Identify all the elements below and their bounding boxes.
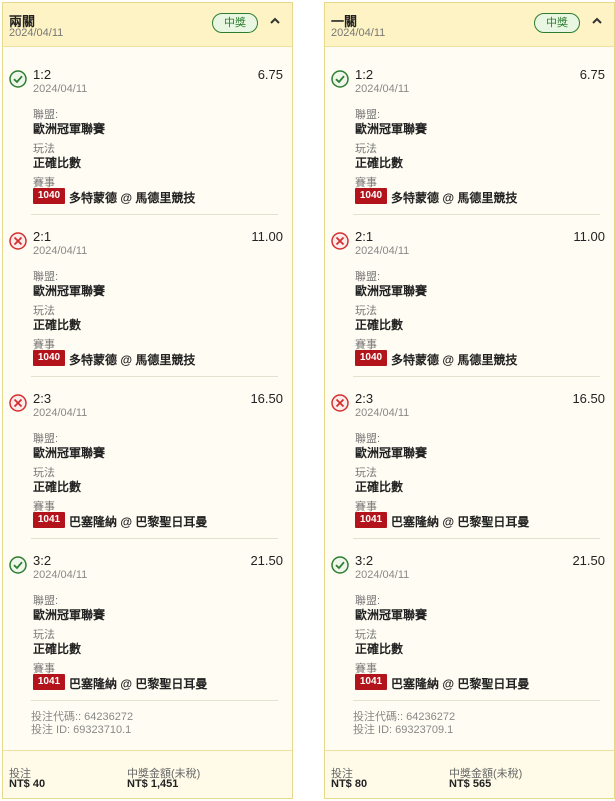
payout-value: NT$ 565 xyxy=(449,778,492,790)
bet-odds: 11.00 xyxy=(573,229,605,244)
card-header[interactable]: 一關 2024/04/11 中獎 xyxy=(325,3,614,47)
bet-type-value: 正確比數 xyxy=(33,642,82,656)
match-name: 多特蒙德 @ 馬德里競技 xyxy=(69,353,196,367)
match-id-badge: 1041 xyxy=(33,512,65,528)
bet-slip-card: 一關 2024/04/11 中獎 1:2 6.75 2024/04/11 聯盟:… xyxy=(324,2,615,799)
bet-identifiers: 投注代碼:: 64236272 投注 ID: 69323709.1 xyxy=(353,711,455,737)
stake-value: NT$ 40 xyxy=(9,778,46,790)
bet-odds: 16.50 xyxy=(572,391,605,406)
bet-code: 投注代碼:: 64236272 xyxy=(31,711,134,723)
match-name: 多特蒙德 @ 馬德里競技 xyxy=(391,353,518,367)
bet-odds: 16.50 xyxy=(250,391,283,406)
bet-item: 2:3 16.50 2024/04/11 聯盟: 歐洲冠軍聯賽 玩法 正確比數 … xyxy=(3,377,292,539)
bet-date: 2024/04/11 xyxy=(33,407,88,419)
bet-type-value: 正確比數 xyxy=(33,480,82,494)
bet-type-value: 正確比數 xyxy=(355,318,404,332)
match-id-badge: 1041 xyxy=(355,674,387,690)
league-value: 歐洲冠軍聯賽 xyxy=(355,608,428,622)
chevron-up-icon[interactable] xyxy=(269,15,281,27)
x-circle-icon xyxy=(9,394,27,412)
bet-type-value: 正確比數 xyxy=(33,318,82,332)
league-value: 歐洲冠軍聯賽 xyxy=(33,446,106,460)
divider xyxy=(31,700,278,701)
bet-date: 2024/04/11 xyxy=(33,569,88,581)
stake-value: NT$ 80 xyxy=(331,778,368,790)
bet-score: 1:2 xyxy=(355,67,374,82)
match-name: 巴塞隆納 @ 巴黎聖日耳曼 xyxy=(69,677,208,691)
chevron-up-icon[interactable] xyxy=(591,15,603,27)
bet-type-value: 正確比數 xyxy=(355,480,404,494)
match-name: 巴塞隆納 @ 巴黎聖日耳曼 xyxy=(69,515,208,529)
bet-odds: 11.00 xyxy=(251,229,283,244)
league-value: 歐洲冠軍聯賽 xyxy=(355,446,428,460)
bet-date: 2024/04/11 xyxy=(355,569,410,581)
bet-type-value: 正確比數 xyxy=(355,156,404,170)
payout-value: NT$ 1,451 xyxy=(127,778,179,790)
bet-identifiers: 投注代碼:: 64236272 投注 ID: 69323710.1 xyxy=(31,711,133,737)
card-footer: 投注 NT$ 80 中獎金額(未稅) NT$ 565 xyxy=(325,750,614,798)
card-footer: 投注 NT$ 40 中獎金額(未稅) NT$ 1,451 xyxy=(3,750,292,798)
card-date: 2024/04/11 xyxy=(9,27,64,39)
match-name: 多特蒙德 @ 馬德里競技 xyxy=(69,191,196,205)
bet-date: 2024/04/11 xyxy=(355,407,410,419)
league-value: 歐洲冠軍聯賽 xyxy=(33,608,106,622)
bet-score: 3:2 xyxy=(355,553,374,568)
card-date: 2024/04/11 xyxy=(331,27,386,39)
x-circle-icon xyxy=(331,394,349,412)
bet-item: 1:2 6.75 2024/04/11 聯盟: 歐洲冠軍聯賽 玩法 正確比數 賽… xyxy=(325,53,614,215)
league-value: 歐洲冠軍聯賽 xyxy=(33,122,106,136)
check-circle-icon xyxy=(9,556,27,574)
bet-odds: 21.50 xyxy=(572,553,605,568)
league-value: 歐洲冠軍聯賽 xyxy=(33,284,106,298)
bet-date: 2024/04/11 xyxy=(355,245,410,257)
bet-slip-card: 兩關 2024/04/11 中獎 1:2 6.75 2024/04/11 聯盟:… xyxy=(2,2,293,799)
match-id-badge: 1040 xyxy=(33,188,65,204)
match-id-badge: 1040 xyxy=(355,188,387,204)
match-id-badge: 1041 xyxy=(355,512,387,528)
bet-odds: 6.75 xyxy=(257,67,283,82)
bet-score: 2:1 xyxy=(33,229,52,244)
match-id-badge: 1041 xyxy=(33,674,65,690)
league-value: 歐洲冠軍聯賽 xyxy=(355,122,428,136)
bet-item: 2:1 11.00 2024/04/11 聯盟: 歐洲冠軍聯賽 玩法 正確比數 … xyxy=(325,215,614,377)
match-name: 巴塞隆納 @ 巴黎聖日耳曼 xyxy=(391,515,530,529)
bet-code: 投注代碼:: 64236272 xyxy=(353,711,456,723)
bet-odds: 6.75 xyxy=(579,67,605,82)
bet-score: 1:2 xyxy=(33,67,52,82)
match-id-badge: 1040 xyxy=(355,350,387,366)
match-name: 巴塞隆納 @ 巴黎聖日耳曼 xyxy=(391,677,530,691)
card-header[interactable]: 兩關 2024/04/11 中獎 xyxy=(3,3,292,47)
bet-score: 2:1 xyxy=(355,229,374,244)
bet-score: 2:3 xyxy=(33,391,52,406)
bet-item: 3:2 21.50 2024/04/11 聯盟: 歐洲冠軍聯賽 玩法 正確比數 … xyxy=(3,539,292,701)
match-name: 多特蒙德 @ 馬德里競技 xyxy=(391,191,518,205)
check-circle-icon xyxy=(9,70,27,88)
check-circle-icon xyxy=(331,556,349,574)
bet-id: 投注 ID: 69323710.1 xyxy=(31,724,132,736)
x-circle-icon xyxy=(9,232,27,250)
bet-type-value: 正確比數 xyxy=(33,156,82,170)
bet-item: 3:2 21.50 2024/04/11 聯盟: 歐洲冠軍聯賽 玩法 正確比數 … xyxy=(325,539,614,701)
league-value: 歐洲冠軍聯賽 xyxy=(355,284,428,298)
bet-type-value: 正確比數 xyxy=(355,642,404,656)
check-circle-icon xyxy=(331,70,349,88)
divider xyxy=(353,700,600,701)
bet-score: 2:3 xyxy=(355,391,374,406)
bet-item: 2:3 16.50 2024/04/11 聯盟: 歐洲冠軍聯賽 玩法 正確比數 … xyxy=(325,377,614,539)
bet-date: 2024/04/11 xyxy=(355,83,410,95)
status-badge: 中獎 xyxy=(212,13,258,33)
bet-odds: 21.50 xyxy=(250,553,283,568)
match-id-badge: 1040 xyxy=(33,350,65,366)
status-badge: 中獎 xyxy=(534,13,580,33)
bet-date: 2024/04/11 xyxy=(33,83,88,95)
x-circle-icon xyxy=(331,232,349,250)
bet-item: 2:1 11.00 2024/04/11 聯盟: 歐洲冠軍聯賽 玩法 正確比數 … xyxy=(3,215,292,377)
bet-score: 3:2 xyxy=(33,553,52,568)
bet-id: 投注 ID: 69323709.1 xyxy=(353,724,454,736)
bet-date: 2024/04/11 xyxy=(33,245,88,257)
bet-item: 1:2 6.75 2024/04/11 聯盟: 歐洲冠軍聯賽 玩法 正確比數 賽… xyxy=(3,53,292,215)
